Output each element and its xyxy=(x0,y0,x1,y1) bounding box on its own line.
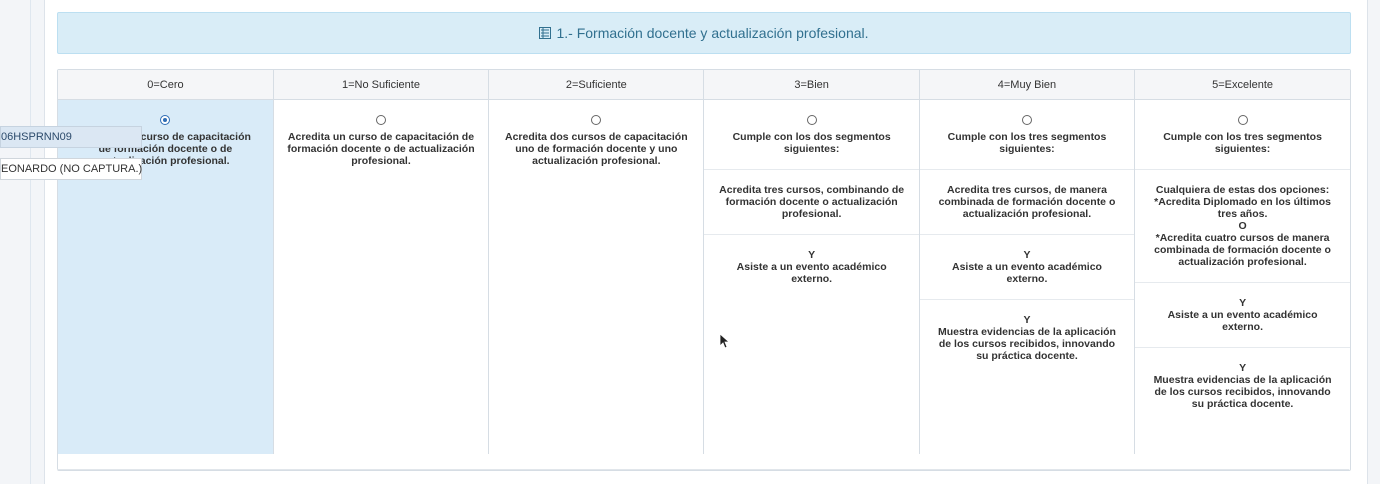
criteria-text: externo. xyxy=(791,273,833,285)
criteria-text: Y xyxy=(1023,249,1031,261)
criteria-text: siguientes: xyxy=(999,143,1055,155)
criteria-text: Muestra evidencias de la aplicación xyxy=(937,326,1116,338)
criteria-text: externo. xyxy=(1222,321,1263,333)
criteria-text: externo. xyxy=(1006,273,1048,285)
criteria-text: Cumple con los dos segmentos xyxy=(732,131,891,143)
rubric-table: 0=Cero 1=No Suficiente 2=Suficiente 3=Bien 4… xyxy=(57,69,1351,471)
criteria-segment: Y Muestra evidencias de la aplicación de l… xyxy=(1135,347,1350,424)
criteria-segment: Cualquiera de estas dos opciones: *Acredi… xyxy=(1135,169,1350,282)
criteria-text: O xyxy=(1238,220,1247,232)
score-radio[interactable] xyxy=(591,115,602,125)
criteria-segment: Acredita dos cursos de capacitación uno d… xyxy=(489,127,703,181)
criteria-segment: Acredita tres cursos, de manera combinada… xyxy=(919,169,1135,234)
rubric-cell[interactable]: Cumple con los dos segmentos siguientes: A… xyxy=(703,99,920,454)
rubric-header-row: 0=Cero 1=No Suficiente 2=Suficiente 3=Bien 4… xyxy=(58,70,1350,100)
criteria-text: siguientes: xyxy=(1214,143,1271,155)
criteria-text: *Acredita Diplomado en los últimos xyxy=(1154,196,1331,208)
criteria-text: formación docente o de actualización xyxy=(287,143,475,155)
table-bottom-divider xyxy=(57,469,1349,470)
score-radio[interactable] xyxy=(806,115,817,125)
criteria-segment: Y Asiste a un evento académico externo. xyxy=(919,234,1135,299)
score-radio[interactable] xyxy=(1021,115,1032,125)
criteria-text: Cumple con los tres segmentos xyxy=(1163,131,1322,143)
criteria-text: actualización profesional. xyxy=(1178,256,1307,268)
criteria-segment: Cumple con los tres segmentos siguientes: xyxy=(920,127,1134,169)
criteria-text: de los cursos recibidos, innovando xyxy=(938,338,1116,350)
criteria-segment: Y Asiste a un evento académico externo. xyxy=(704,234,919,299)
criteria-text: Acredita un curso de capacitación de xyxy=(287,131,475,143)
rubric-column-header: 3=Bien xyxy=(703,70,920,100)
criteria-segment: Cumple con los tres segmentos siguientes: xyxy=(1135,127,1350,169)
student-name: EONARDO (NO CAPTURA.) xyxy=(1,163,143,175)
criteria-text: Acredita tres cursos, de manera xyxy=(947,184,1107,196)
list-icon xyxy=(539,27,552,39)
criteria-text: actualización profesional. xyxy=(962,208,1092,220)
criteria-text: su práctica docente. xyxy=(1191,398,1294,410)
rubric-column-header: 4=Muy Bien xyxy=(919,70,1136,100)
criteria-text: Cualquiera de estas dos opciones: xyxy=(1155,184,1330,196)
score-radio[interactable] xyxy=(1237,115,1248,125)
rubric-column-header: 5=Excelente xyxy=(1134,70,1350,100)
criteria-text: combinada de formación docente o xyxy=(938,196,1116,208)
student-name-tooltip: EONARDO (NO CAPTURA.) xyxy=(0,158,142,180)
rubric-column-header: 0=Cero xyxy=(58,70,274,100)
criteria-text: su práctica docente. xyxy=(976,350,1078,362)
criteria-segment: Acredita tres cursos, combinando de forma… xyxy=(704,169,919,234)
criteria-text: Y xyxy=(808,249,816,261)
rubric-cell[interactable]: Acredita un curso de capacitación de form… xyxy=(58,99,274,454)
rubric-cell[interactable]: Acredita dos cursos de capacitación uno d… xyxy=(488,99,705,454)
student-code-tooltip: 06HSPRNN09 xyxy=(0,126,142,148)
rubric-cell[interactable]: Acredita un curso de capacitación de form… xyxy=(273,99,490,454)
criteria-text: Muestra evidencias de la aplicación xyxy=(1153,374,1332,386)
criteria-text: Acredita tres cursos, combinando de xyxy=(719,184,905,196)
criteria-text: Y xyxy=(1239,297,1247,309)
criteria-text: Cumple con los tres segmentos xyxy=(947,131,1107,143)
criteria-text: de los cursos recibidos, innovando xyxy=(1154,386,1331,398)
criteria-text: Asiste a un evento académico xyxy=(736,261,887,273)
criteria-text: formación docente o actualización xyxy=(725,196,898,208)
criteria-text: siguientes: xyxy=(783,143,840,155)
criteria-segment: Y Asiste a un evento académico externo. xyxy=(1135,282,1350,347)
criteria-text: uno de formación docente y uno xyxy=(515,143,678,155)
criteria-segment: Cumple con los dos segmentos siguientes: xyxy=(704,127,918,169)
criteria-text: Asiste a un evento académico xyxy=(1167,309,1318,321)
criteria-segment: Acredita un curso de capacitación de form… xyxy=(274,127,488,181)
rubric-cell[interactable]: Cumple con los tres segmentos siguientes:… xyxy=(1135,100,1350,455)
criteria-text: Asiste a un evento académico xyxy=(951,261,1102,273)
criteria-text: actualización profesional. xyxy=(532,155,661,167)
section-title: 1.- Formación docente y actualización pr… xyxy=(556,25,869,41)
criteria-text: Y xyxy=(1239,362,1247,374)
rubric-column-header: 2=Suficiente xyxy=(488,70,705,100)
page-border-left xyxy=(30,0,31,484)
criteria-text: profesional. xyxy=(351,155,411,167)
criteria-text: *Acredita cuatro cursos de manera xyxy=(1155,232,1330,244)
rubric-column-header: 1=No Suficiente xyxy=(273,70,490,100)
rubric-body-row: Acredita un curso de capacitación de form… xyxy=(58,99,1350,455)
score-radio[interactable] xyxy=(160,115,171,125)
student-code: 06HSPRNN09 xyxy=(1,131,72,143)
mouse-cursor-icon xyxy=(719,333,731,355)
score-radio[interactable] xyxy=(375,115,386,125)
criteria-text: profesional. xyxy=(781,208,842,220)
rubric-cell[interactable]: Cumple con los tres segmentos siguientes:… xyxy=(919,99,1136,454)
criteria-text: tres años. xyxy=(1217,208,1268,220)
criteria-text: Acredita dos cursos de capacitación xyxy=(504,131,688,143)
criteria-text: Y xyxy=(1023,314,1031,326)
criteria-segment: Y Muestra evidencias de la aplicación de l… xyxy=(919,299,1135,376)
criteria-text: combinada de formación docente o xyxy=(1154,244,1331,256)
section-header: 1.- Formación docente y actualización pr… xyxy=(57,12,1351,54)
